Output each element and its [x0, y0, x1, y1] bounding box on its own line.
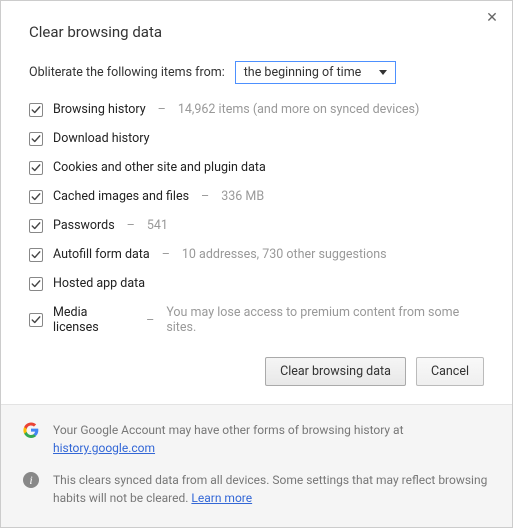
clear-browsing-data-button[interactable]: Clear browsing data: [265, 357, 406, 386]
button-row: Clear browsing data Cancel: [29, 357, 484, 386]
data-type-item: Autofill form data–10 addresses, 730 oth…: [29, 247, 484, 262]
item-label: Cached images and files: [53, 189, 189, 204]
footer-info-row: i This clears synced data from all devic…: [23, 471, 490, 507]
obliterate-label: Obliterate the following items from:: [29, 65, 225, 80]
footer-google-text: Your Google Account may have other forms…: [53, 421, 490, 457]
chevron-down-icon: [379, 70, 387, 75]
separator: –: [127, 218, 135, 233]
learn-more-link[interactable]: Learn more: [191, 491, 252, 505]
separator: –: [158, 102, 166, 117]
data-type-item: Cookies and other site and plugin data: [29, 160, 484, 175]
item-label: Passwords: [53, 218, 115, 233]
info-icon: i: [23, 472, 39, 488]
time-range-select[interactable]: the beginning of time: [235, 61, 397, 84]
data-type-item: Download history: [29, 131, 484, 146]
data-type-list: Browsing history–14,962 items (and more …: [29, 102, 484, 335]
item-label: Media licenses: [53, 305, 134, 335]
separator: –: [201, 189, 209, 204]
dialog-title: Clear browsing data: [29, 23, 484, 41]
cancel-button[interactable]: Cancel: [416, 357, 484, 386]
checkbox[interactable]: [29, 313, 43, 327]
item-label: Hosted app data: [53, 276, 145, 291]
item-label: Autofill form data: [53, 247, 150, 262]
checkbox[interactable]: [29, 277, 43, 291]
item-note: 14,962 items (and more on synced devices…: [178, 102, 419, 117]
time-range-row: Obliterate the following items from: the…: [29, 61, 484, 84]
data-type-item: Passwords–541: [29, 218, 484, 233]
item-label: Cookies and other site and plugin data: [53, 160, 266, 175]
item-label: Browsing history: [53, 102, 146, 117]
checkbox[interactable]: [29, 161, 43, 175]
close-icon[interactable]: ✕: [484, 11, 500, 27]
separator: –: [146, 313, 154, 328]
item-note: 336 MB: [221, 189, 264, 204]
dialog-content: Clear browsing data Obliterate the follo…: [1, 1, 512, 404]
item-label: Download history: [53, 131, 149, 146]
item-note: 541: [147, 218, 168, 233]
checkbox[interactable]: [29, 190, 43, 204]
dialog-footer: Your Google Account may have other forms…: [1, 404, 512, 527]
checkbox[interactable]: [29, 103, 43, 117]
google-icon: [23, 422, 39, 438]
data-type-item: Media licenses–You may lose access to pr…: [29, 305, 484, 335]
history-google-link[interactable]: history.google.com: [53, 441, 155, 455]
checkbox[interactable]: [29, 219, 43, 233]
footer-google-row: Your Google Account may have other forms…: [23, 421, 490, 457]
data-type-item: Cached images and files–336 MB: [29, 189, 484, 204]
checkbox[interactable]: [29, 132, 43, 146]
data-type-item: Hosted app data: [29, 276, 484, 291]
item-note: 10 addresses, 730 other suggestions: [182, 247, 387, 262]
footer-info-text: This clears synced data from all devices…: [53, 471, 490, 507]
time-range-value: the beginning of time: [244, 65, 362, 80]
clear-browsing-data-dialog: ✕ Clear browsing data Obliterate the fol…: [0, 0, 513, 528]
data-type-item: Browsing history–14,962 items (and more …: [29, 102, 484, 117]
checkbox[interactable]: [29, 248, 43, 262]
separator: –: [162, 247, 170, 262]
item-note: You may lose access to premium content f…: [166, 305, 484, 335]
